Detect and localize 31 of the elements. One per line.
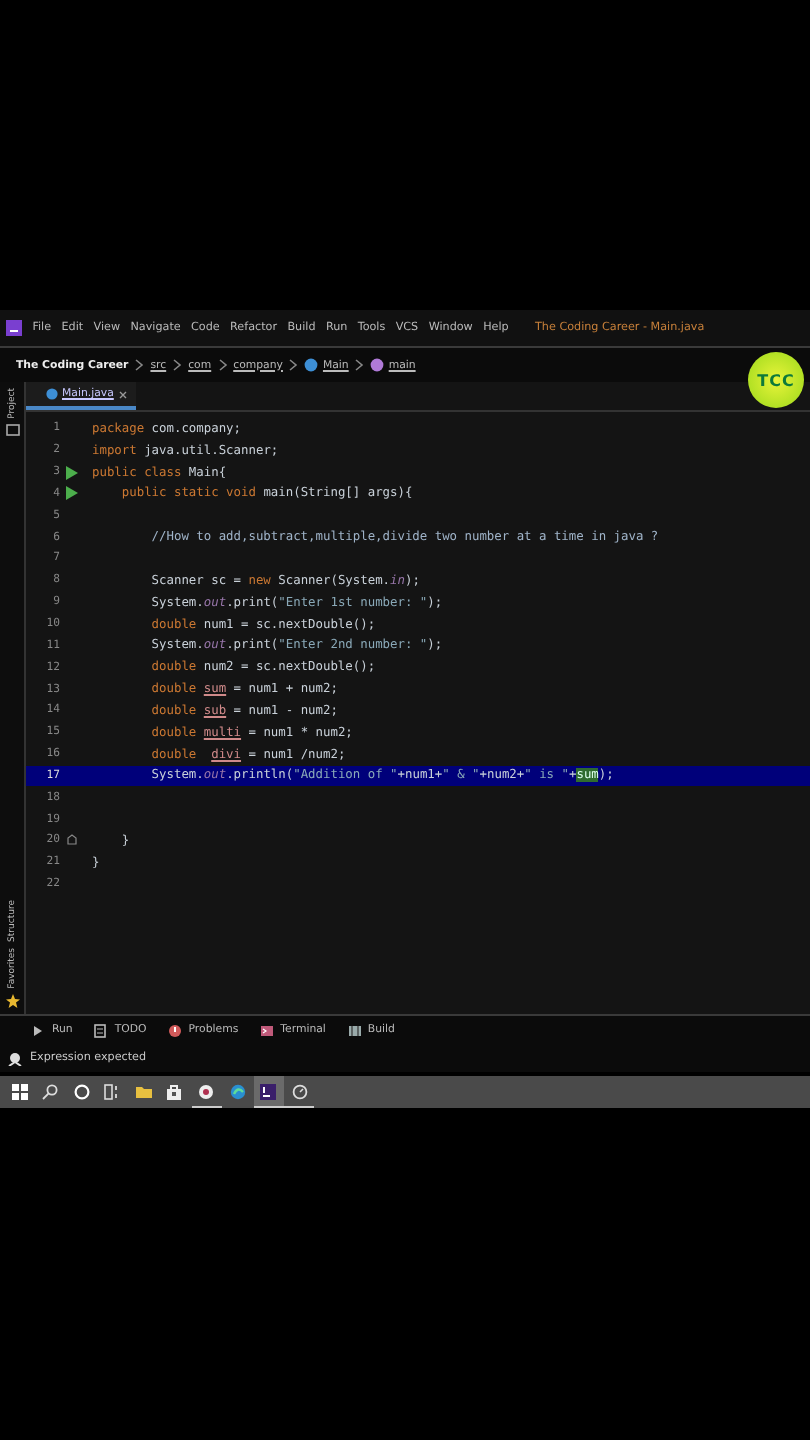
close-icon[interactable]	[117, 389, 128, 399]
class-icon	[46, 388, 58, 400]
clock-icon	[291, 1083, 308, 1099]
chevron-icon	[217, 358, 228, 372]
search-icon	[42, 1083, 59, 1099]
panel-icon[interactable]	[5, 424, 19, 437]
task-view-icon	[104, 1083, 121, 1099]
app-logo-icon	[6, 320, 22, 336]
taskbar-button[interactable]	[253, 1076, 284, 1108]
windows-logo-icon	[11, 1083, 27, 1099]
chevron-icon	[172, 358, 183, 372]
terminal-icon	[260, 1023, 275, 1037]
warning-icon	[168, 1023, 183, 1037]
bug-icon	[8, 1051, 22, 1065]
circle-icon	[73, 1083, 90, 1099]
chevron-icon	[354, 358, 365, 372]
channel-logo: TCC	[748, 352, 804, 408]
list-icon	[94, 1023, 109, 1037]
app-icon	[260, 1083, 277, 1099]
run-icon	[32, 1023, 46, 1037]
disc-icon	[198, 1083, 215, 1099]
shopping-bag-icon	[166, 1083, 183, 1099]
folder-icon	[135, 1083, 152, 1099]
star-icon	[5, 994, 19, 1008]
build-icon	[347, 1023, 362, 1037]
browser-icon	[229, 1083, 246, 1099]
chevron-icon	[134, 358, 145, 372]
fold-icon[interactable]	[66, 834, 78, 847]
class-icon	[304, 358, 319, 372]
method-icon	[370, 358, 385, 372]
chevron-icon	[288, 358, 299, 372]
